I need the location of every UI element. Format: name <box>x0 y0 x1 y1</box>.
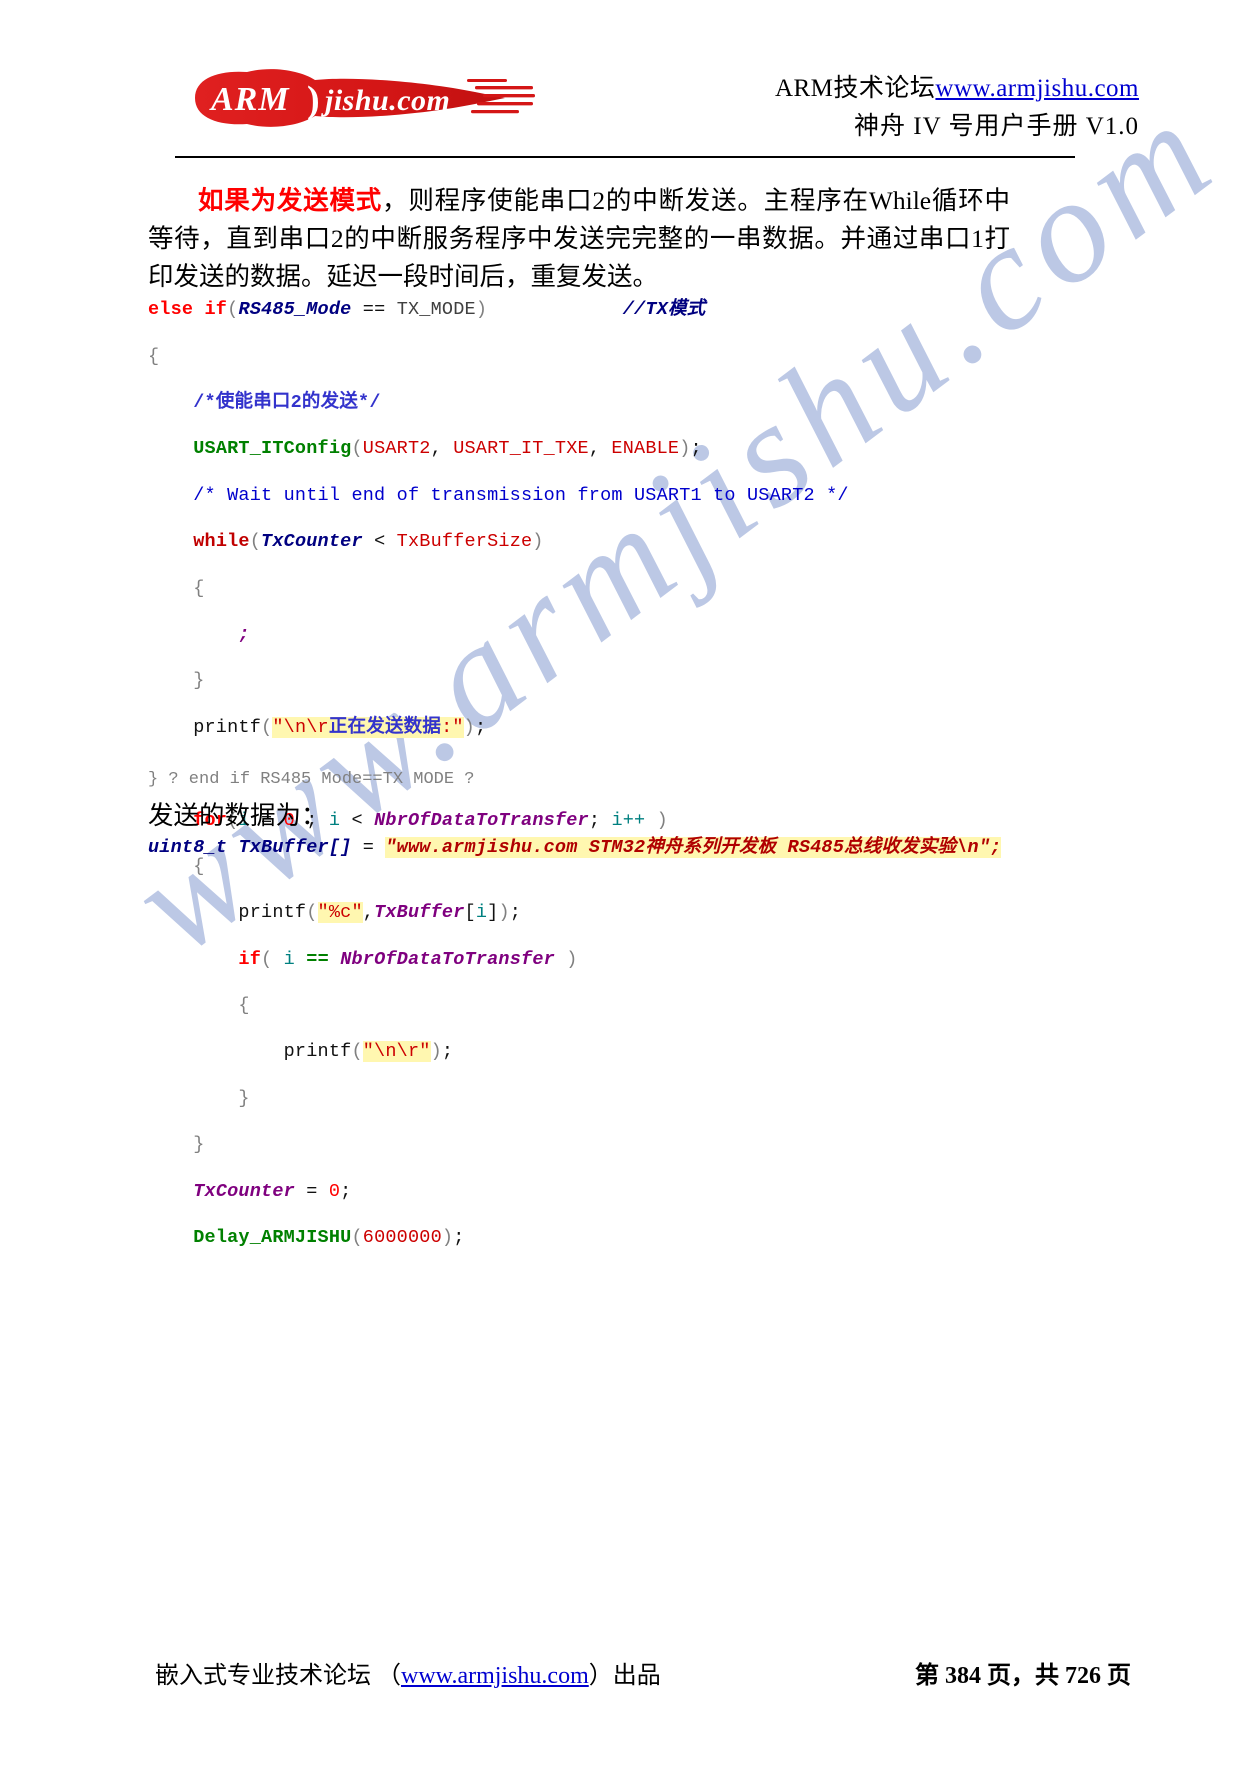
code-end-comment: } ? end if RS485 Mode==TX MODE ? <box>148 770 475 789</box>
footer-credit-prefix: 嵌入式专业技术论坛 （ <box>155 1663 401 1689</box>
code-line: Delay_ARMJISHU(6000000); <box>193 1227 465 1249</box>
header-manual-title: 神舟 IV 号用户手册 V1.0 <box>854 113 1139 140</box>
code-line: } <box>193 1134 205 1156</box>
code-line: { <box>148 345 160 367</box>
code-line: while(TxCounter < TxBufferSize) <box>193 531 544 553</box>
header-site-link[interactable]: www.armjishu.com <box>935 75 1139 102</box>
decl-name: TxBuffer[] <box>238 837 352 858</box>
send-data-label: 发送的数据为： <box>148 801 327 830</box>
code-line: if( i == NbrOfDataToTransfer ) <box>238 948 578 970</box>
code-line: USART_ITConfig(USART2, USART_IT_TXE, ENA… <box>193 438 702 460</box>
header-line-forum: ARM技术论坛www.armjishu.com <box>775 72 1139 106</box>
code-line: /*使能串口2的发送*/ <box>193 391 381 413</box>
decl-value: "www.armjishu.com STM32神舟系列开发板 RS485总线收发… <box>385 837 1002 858</box>
header-divider <box>175 156 1075 158</box>
footer-credit: 嵌入式专业技术论坛 （www.armjishu.com）出品 <box>155 1655 661 1690</box>
code-line: { <box>238 995 250 1017</box>
txbuffer-declaration: uint8_t TxBuffer[] = "www.armjishu.com S… <box>148 832 1002 858</box>
code-line: } <box>193 670 205 692</box>
footer-site-link[interactable]: www.armjishu.com <box>401 1663 589 1689</box>
code-line: TxCounter = 0; <box>193 1180 352 1202</box>
code-line: /* Wait until end of transmission from U… <box>193 484 849 506</box>
page-header: ARM ) jishu.com ARM技术论坛www.armjishu.com … <box>0 0 1249 170</box>
armjishu-logo: ARM ) jishu.com <box>175 68 535 130</box>
code-line: printf("\n\r正在发送数据:"); <box>148 716 487 738</box>
header-titles: ARM技术论坛www.armjishu.com 神舟 IV 号用户手册 V1.0 <box>775 72 1139 148</box>
decl-type: uint8_t <box>148 837 228 858</box>
svg-text:ARM: ARM <box>209 81 290 118</box>
code-line: { <box>193 855 205 877</box>
code-line: ; <box>238 623 250 645</box>
code-line: printf("%c",TxBuffer[i]); <box>148 902 522 924</box>
logo-icon: ARM ) jishu.com <box>195 69 535 127</box>
svg-text:): ) <box>307 79 320 121</box>
svg-text:jishu.com: jishu.com <box>321 84 450 117</box>
paragraph-highlight: 如果为发送模式 <box>198 186 383 215</box>
decl-assign: = <box>351 837 386 858</box>
code-line: printf("\n\r"); <box>148 1041 454 1063</box>
footer-page-number: 第 384 页，共 726 页 <box>915 1663 1131 1689</box>
header-forum-label: ARM技术论坛 <box>774 75 936 102</box>
code-line: else if(RS485_Mode == TX_MODE) //TX模式 <box>148 299 706 321</box>
code-line: } <box>238 1087 250 1109</box>
document-page: www.armjishu.com ARM) jishu.com ARM技术论坛… <box>0 0 1249 1767</box>
code-line: { <box>193 577 205 599</box>
footer-credit-suffix: ）出品 <box>588 1663 661 1689</box>
